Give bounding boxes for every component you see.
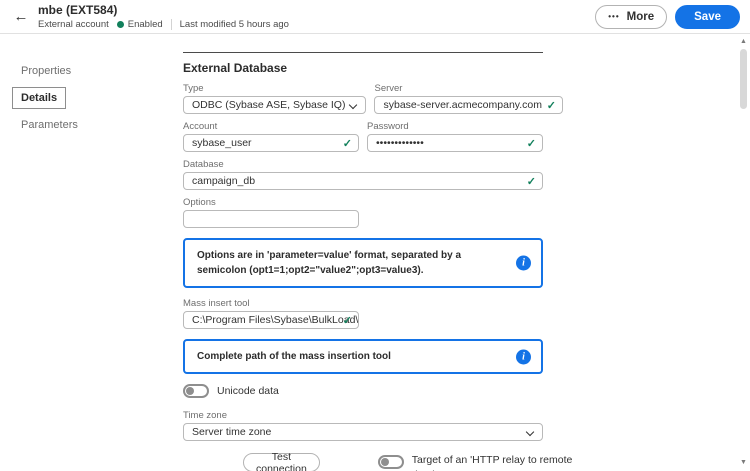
info-icon: i [516, 349, 531, 364]
back-button[interactable]: ← [10, 6, 32, 28]
server-input-value: sybase-server.acmecompany.com [383, 99, 542, 111]
password-label: Password [367, 121, 543, 132]
unicode-toggle-row: Unicode data [183, 384, 543, 398]
valid-check-icon: ✓ [527, 137, 536, 150]
unicode-data-toggle[interactable] [183, 384, 209, 398]
timezone-label: Time zone [183, 410, 543, 421]
content-area: Properties Details Parameters External D… [0, 34, 750, 471]
type-select[interactable]: ODBC (Sybase ASE, Sybase IQ) [183, 96, 366, 114]
mass-insert-info-box: Complete path of the mass insertion tool… [183, 339, 543, 374]
toggle-knob [381, 458, 389, 466]
chevron-down-icon [349, 101, 357, 109]
server-field-group: Server sybase-server.acmecompany.com ✓ [374, 83, 563, 114]
unicode-toggle-label: Unicode data [217, 385, 279, 397]
test-connection-button[interactable]: Test connection [243, 453, 320, 471]
toggle-knob [186, 387, 194, 395]
scroll-up-icon[interactable]: ▲ [740, 38, 747, 46]
header-subtitle: External account Enabled Last modified 5… [38, 19, 289, 30]
left-nav: Properties Details Parameters [0, 34, 183, 471]
bottom-actions-row: Test connection Target of an 'HTTP relay… [183, 453, 543, 471]
vertical-divider [171, 19, 172, 30]
database-field-group: Database campaign_db ✓ [183, 159, 543, 190]
mass-insert-input[interactable]: C:\Program Files\Sybase\BulkLoad\bulkloa… [183, 311, 359, 329]
options-info-box: Options are in 'parameter=value' format,… [183, 238, 543, 288]
password-input-value: ••••••••••••• [376, 137, 424, 149]
top-header: ← mbe (EXT584) External account Enabled … [0, 0, 750, 34]
type-label: Type [183, 83, 366, 94]
timezone-select-value: Server time zone [192, 426, 271, 438]
valid-check-icon: ✓ [527, 175, 536, 188]
save-button[interactable]: Save [675, 5, 740, 29]
valid-check-icon: ✓ [547, 99, 556, 112]
title-block: mbe (EXT584) External account Enabled La… [38, 4, 289, 30]
sidebar-item-details[interactable]: Details [12, 87, 66, 109]
database-input-value: campaign_db [192, 175, 255, 187]
sidebar-item-parameters[interactable]: Parameters [12, 114, 87, 136]
http-relay-toggle[interactable] [378, 455, 404, 469]
status-label: Enabled [128, 19, 163, 30]
details-form: External Database Type ODBC (Sybase ASE,… [183, 34, 543, 471]
enabled-status-dot-icon [117, 21, 124, 28]
valid-check-icon: ✓ [343, 314, 352, 327]
account-field-group: Account sybase_user ✓ [183, 121, 359, 152]
type-select-value: ODBC (Sybase ASE, Sybase IQ) [192, 99, 345, 111]
more-button-label: More [627, 11, 654, 23]
database-label: Database [183, 159, 543, 170]
section-title: External Database [183, 61, 543, 75]
mass-insert-field-group: Mass insert tool C:\Program Files\Sybase… [183, 298, 543, 329]
options-info-text: Options are in 'parameter=value' format,… [197, 250, 461, 276]
status-badge: Enabled [117, 19, 163, 30]
mass-insert-info-text: Complete path of the mass insertion tool [197, 351, 391, 362]
options-label: Options [183, 197, 543, 208]
valid-check-icon: ✓ [343, 137, 352, 150]
scrollbar-track[interactable] [740, 49, 747, 456]
sidebar-item-properties[interactable]: Properties [12, 60, 80, 82]
more-button[interactable]: ••• More [595, 5, 667, 29]
password-field-group: Password ••••••••••••• ✓ [367, 121, 543, 152]
more-dots-icon: ••• [608, 12, 619, 21]
password-input[interactable]: ••••••••••••• ✓ [367, 134, 543, 152]
account-label: Account [183, 121, 359, 132]
vertical-scrollbar[interactable]: ▲ ▼ [737, 34, 750, 471]
mass-insert-input-value: C:\Program Files\Sybase\BulkLoad\bulkloa… [192, 314, 359, 326]
scroll-down-icon[interactable]: ▼ [740, 459, 747, 467]
page-title: mbe (EXT584) [38, 4, 289, 17]
scrollbar-thumb[interactable] [740, 49, 747, 109]
options-input[interactable] [183, 210, 359, 228]
chevron-down-icon [526, 428, 534, 436]
section-divider [183, 52, 543, 53]
info-icon: i [516, 256, 531, 271]
server-label: Server [374, 83, 563, 94]
relay-toggle-label: Target of an 'HTTP relay to remote datab… [412, 453, 590, 471]
header-actions: ••• More Save [595, 5, 740, 29]
database-input[interactable]: campaign_db ✓ [183, 172, 543, 190]
account-input-value: sybase_user [192, 137, 252, 149]
timezone-field-group: Time zone Server time zone [183, 410, 543, 441]
back-arrow-icon: ← [14, 8, 29, 25]
relay-toggle-row: Target of an 'HTTP relay to remote datab… [378, 453, 590, 471]
external-account-page: ← mbe (EXT584) External account Enabled … [0, 0, 750, 471]
type-field-group: Type ODBC (Sybase ASE, Sybase IQ) [183, 83, 366, 114]
timezone-select[interactable]: Server time zone [183, 423, 543, 441]
mass-insert-label: Mass insert tool [183, 298, 543, 309]
last-modified-label: Last modified 5 hours ago [180, 19, 289, 30]
options-field-group: Options [183, 197, 543, 228]
account-type-label: External account [38, 19, 109, 30]
account-input[interactable]: sybase_user ✓ [183, 134, 359, 152]
server-input[interactable]: sybase-server.acmecompany.com ✓ [374, 96, 563, 114]
